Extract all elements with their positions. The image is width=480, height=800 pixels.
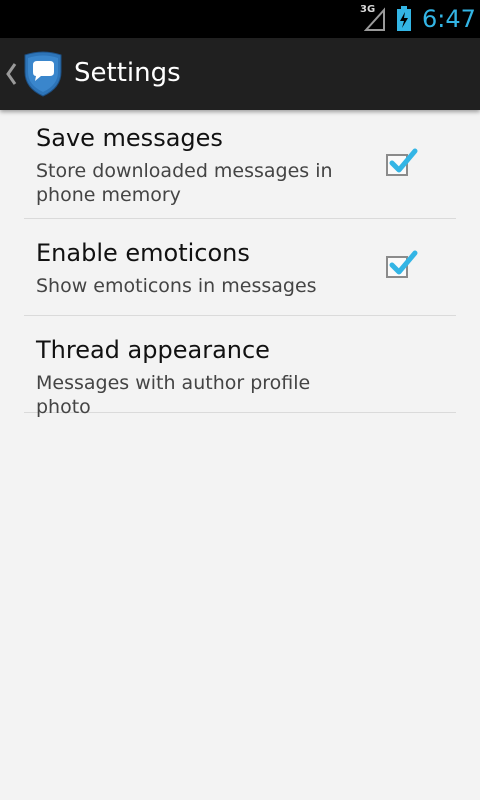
page-title: Settings: [74, 58, 181, 88]
pref-title: Enable emoticons: [36, 239, 250, 267]
checkmark-icon: [389, 148, 418, 173]
pref-summary: Store downloaded messages in phone memor…: [36, 160, 333, 206]
pref-summary: Messages with author profile photo: [36, 372, 311, 418]
back-chevron-icon[interactable]: [4, 60, 18, 88]
signal-icon: [364, 7, 385, 31]
status-bar: 3G 6:47: [0, 0, 480, 38]
enable-emoticons-checkbox[interactable]: [386, 250, 418, 278]
battery-charging-icon: [397, 6, 411, 31]
checkmark-icon: [389, 250, 418, 275]
signal-indicator: 3G: [360, 4, 390, 32]
pref-save-messages[interactable]: Save messages Store downloaded messages …: [24, 110, 456, 219]
pref-title: Save messages: [36, 124, 223, 152]
status-clock: 6:47: [422, 5, 476, 33]
pref-thread-appearance[interactable]: Thread appearance Messages with author p…: [24, 315, 456, 418]
app-logo-icon[interactable]: [22, 50, 64, 98]
pref-summary: Show emoticons in messages: [36, 275, 317, 297]
pref-enable-emoticons[interactable]: Enable emoticons Show emoticons in messa…: [24, 218, 456, 316]
pref-title: Thread appearance: [36, 336, 270, 364]
save-messages-checkbox[interactable]: [386, 148, 418, 176]
action-bar: Settings: [0, 38, 480, 110]
